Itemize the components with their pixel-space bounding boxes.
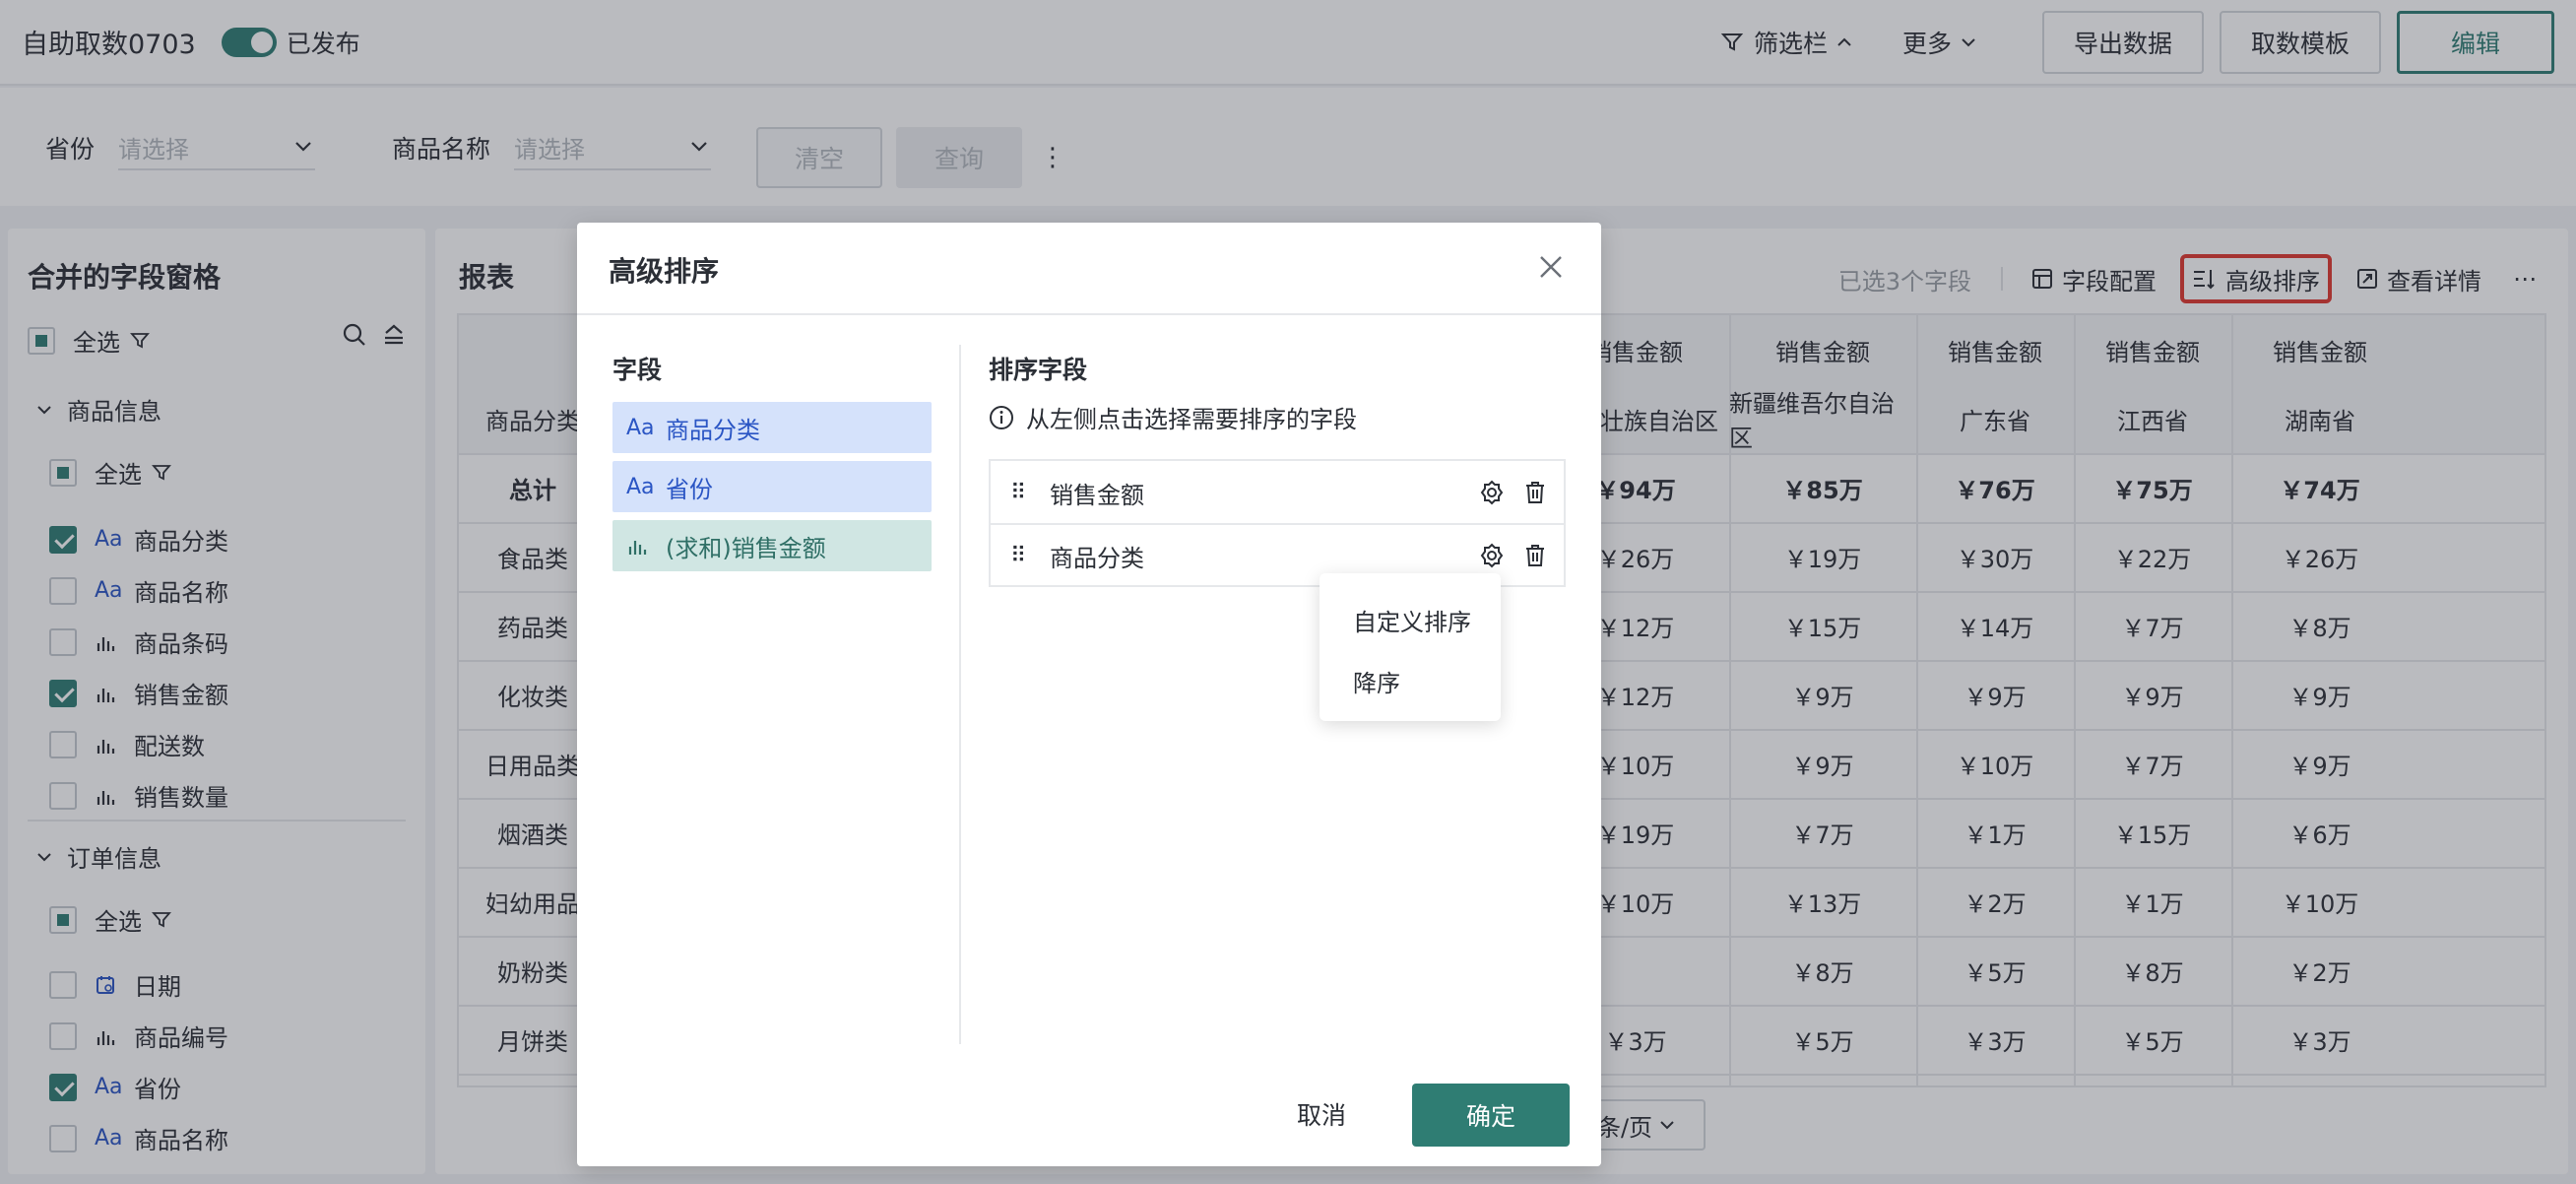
field-chip-sales-sum[interactable]: (求和)销售金额 (612, 520, 932, 571)
close-icon[interactable] (1536, 252, 1566, 282)
trash-icon[interactable] (1520, 541, 1550, 570)
dialog-column-divider (959, 345, 961, 1044)
dialog-divider (577, 313, 1601, 315)
fields-column-title: 字段 (612, 356, 663, 384)
bar-chart-icon (626, 535, 666, 557)
field-chip-label: 省份 (666, 475, 713, 503)
menu-item-custom-sort[interactable]: 自定义排序 (1353, 603, 1471, 637)
sort-field-name: 销售金额 (1050, 481, 1144, 509)
field-chip-province[interactable]: Aa 省份 (612, 461, 932, 512)
drag-handle-icon[interactable]: ⠿ (1010, 481, 1050, 505)
drag-handle-icon[interactable]: ⠿ (1010, 544, 1050, 568)
advanced-sort-dialog: 高级排序 字段 Aa 商品分类 Aa 省份 (求和)销售金额 排序字段 从左侧点… (577, 223, 1601, 1166)
menu-item-descending[interactable]: 降序 (1353, 664, 1400, 698)
sort-field-name: 商品分类 (1050, 544, 1144, 572)
trash-icon[interactable] (1520, 478, 1550, 507)
field-chip-label: (求和)销售金额 (666, 534, 826, 562)
sort-field-list: ⠿ 销售金额 ⠿ 商品分类 (989, 459, 1566, 587)
confirm-button[interactable]: 确定 (1412, 1084, 1570, 1147)
sort-hint: 从左侧点击选择需要排序的字段 (989, 400, 1357, 434)
text-field-icon: Aa (626, 474, 655, 499)
sort-row[interactable]: ⠿ 销售金额 (991, 461, 1564, 524)
gear-icon[interactable] (1477, 541, 1507, 570)
cancel-button[interactable]: 取消 (1262, 1084, 1381, 1145)
gear-icon[interactable] (1477, 478, 1507, 507)
sort-fields-title: 排序字段 (989, 356, 1088, 384)
app-root: 自助取数0703 已发布 筛选栏 更多 导出数据 取数模板 编辑 省份 请选择 (0, 0, 2576, 1184)
info-icon (990, 405, 1013, 429)
dialog-title: 高级排序 (609, 255, 720, 288)
sort-options-menu: 自定义排序 降序 (1320, 573, 1501, 721)
sort-hint-text: 从左侧点击选择需要排序的字段 (1026, 406, 1357, 433)
text-field-icon: Aa (626, 415, 655, 440)
field-chip-category[interactable]: Aa 商品分类 (612, 402, 932, 453)
field-chip-label: 商品分类 (666, 416, 760, 444)
